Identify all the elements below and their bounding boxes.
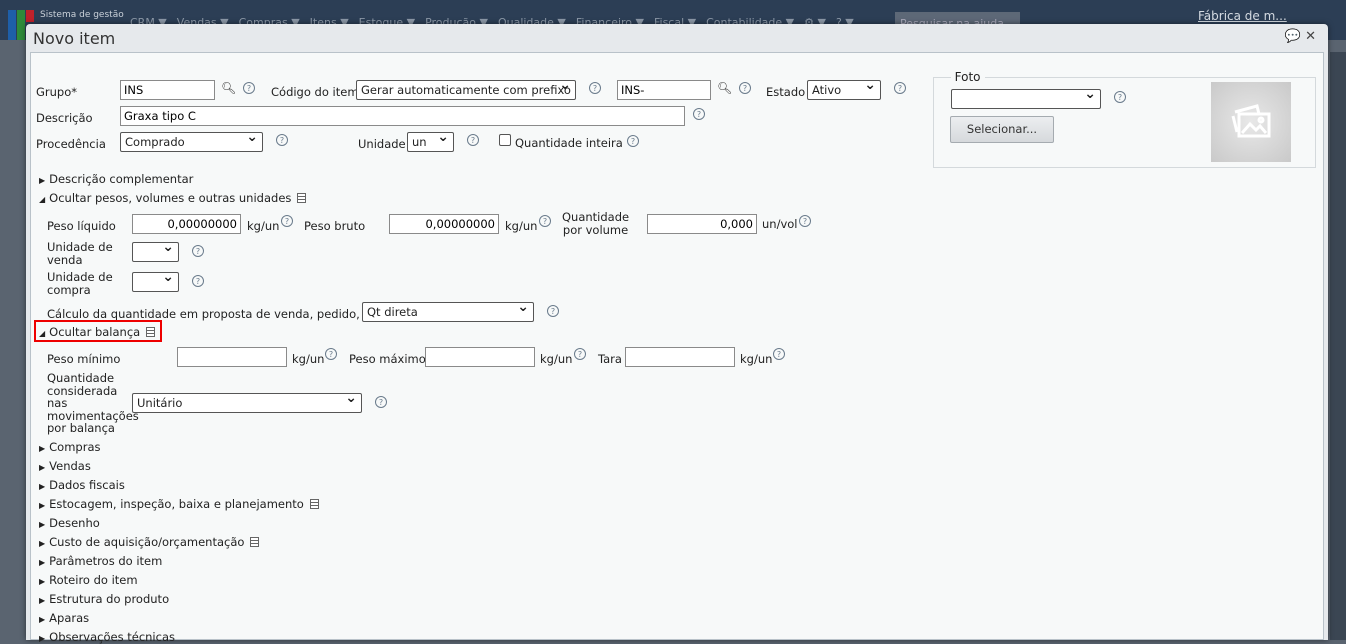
calculo-select[interactable]: Qt direta — [362, 302, 534, 322]
help-icon[interactable]: ? — [192, 245, 204, 257]
unidade-venda-label: Unidade de venda — [47, 240, 113, 267]
estado-select[interactable]: Ativo — [807, 80, 881, 100]
help-icon[interactable]: ? — [281, 215, 293, 227]
help-icon[interactable]: ? — [276, 134, 288, 146]
page-scrollbar[interactable] — [1330, 52, 1346, 640]
tara-input[interactable] — [625, 347, 735, 367]
unidade-venda-select[interactable] — [132, 242, 179, 262]
help-icon[interactable]: ? — [243, 82, 255, 94]
peso-minimo-unit: kg/un — [292, 352, 325, 366]
close-icon[interactable]: ✕ — [1305, 29, 1316, 44]
help-icon[interactable]: ? — [375, 396, 387, 408]
codigo-mode-select[interactable]: Gerar automaticamente com prefixo — [356, 80, 576, 100]
descricao-label: Descrição — [36, 111, 93, 125]
tara-label: Tara — [598, 352, 622, 366]
peso-minimo-label: Peso mínimo — [47, 352, 121, 366]
help-icon[interactable]: ? — [1114, 91, 1126, 103]
notes-icon[interactable] — [146, 327, 156, 337]
notes-icon[interactable] — [309, 499, 319, 509]
help-icon[interactable]: ? — [467, 134, 479, 146]
section-compras[interactable]: ▶ Compras — [39, 440, 101, 454]
help-icon[interactable]: ? — [325, 348, 337, 360]
unidade-label: Unidade — [358, 137, 406, 151]
procedencia-label: Procedência — [36, 137, 106, 151]
grupo-input[interactable] — [120, 80, 215, 100]
help-icon[interactable]: ? — [589, 82, 601, 94]
peso-liquido-label: Peso líquido — [47, 219, 116, 233]
peso-bruto-label: Peso bruto — [304, 219, 366, 233]
section-desenho[interactable]: ▶ Desenho — [39, 516, 100, 530]
qtd-balanca-select[interactable]: Unitário — [132, 393, 362, 413]
section-parametros[interactable]: ▶ Parâmetros do item — [39, 554, 162, 568]
help-icon[interactable]: ? — [773, 348, 785, 360]
peso-liquido-input[interactable] — [132, 214, 241, 234]
search-icon[interactable]: 🔍︎ — [221, 81, 236, 95]
section-balanca[interactable]: ◢ Ocultar balança — [39, 325, 156, 339]
foto-legend: Foto — [954, 70, 981, 84]
unidade-compra-select[interactable] — [132, 272, 179, 292]
peso-maximo-unit: kg/un — [540, 352, 573, 366]
qtd-volume-input[interactable] — [647, 214, 757, 234]
section-dados-fiscais[interactable]: ▶ Dados fiscais — [39, 478, 125, 492]
peso-minimo-input[interactable] — [177, 347, 287, 367]
help-icon[interactable]: ? — [739, 82, 751, 94]
section-descricao-complementar[interactable]: ▶ Descrição complementar — [39, 172, 193, 186]
foto-select[interactable] — [951, 89, 1101, 109]
section-roteiro[interactable]: ▶ Roteiro do item — [39, 573, 138, 587]
peso-maximo-input[interactable] — [425, 347, 535, 367]
notes-icon[interactable] — [297, 193, 307, 203]
peso-bruto-input[interactable] — [389, 214, 499, 234]
calculo-label: Cálculo da quantidade em proposta de ven… — [47, 307, 379, 321]
section-observacoes[interactable]: ▶ Observações técnicas — [39, 630, 175, 644]
codigo-label: Código do item — [271, 85, 359, 99]
quantidade-inteira-label: Quantidade inteira — [515, 136, 623, 150]
new-item-dialog: Novo item 💬 ✕ Grupo* 🔍︎ ? Código do item… — [26, 24, 1328, 644]
dialog-content: Grupo* 🔍︎ ? Código do item Gerar automat… — [30, 52, 1324, 644]
section-estrutura[interactable]: ▶ Estrutura do produto — [39, 592, 169, 606]
app-name: Sistema de gestão — [40, 10, 124, 20]
help-icon[interactable]: ? — [693, 108, 705, 120]
section-estocagem[interactable]: ▶ Estocagem, inspeção, baixa e planejamen… — [39, 497, 319, 511]
unidade-compra-label: Unidade de compra — [47, 270, 113, 297]
chat-icon[interactable]: 💬 — [1285, 29, 1301, 44]
help-icon[interactable]: ? — [192, 275, 204, 287]
tara-unit: kg/un — [740, 352, 773, 366]
estado-label: Estado — [766, 85, 806, 99]
descricao-input[interactable] — [120, 106, 685, 126]
dialog-title: Novo item — [33, 29, 116, 48]
quantidade-inteira-checkbox[interactable] — [499, 134, 511, 146]
notes-icon[interactable] — [250, 537, 260, 547]
section-aparas[interactable]: ▶ Aparas — [39, 611, 89, 625]
procedencia-select[interactable]: Comprado — [120, 132, 263, 152]
section-vendas[interactable]: ▶ Vendas — [39, 459, 91, 473]
help-icon[interactable]: ? — [539, 215, 551, 227]
peso-maximo-label: Peso máximo — [349, 352, 426, 366]
help-icon[interactable]: ? — [547, 305, 559, 317]
search-icon[interactable]: 🔍︎ — [717, 81, 732, 95]
peso-liquido-unit: kg/un — [247, 219, 280, 233]
help-icon[interactable]: ? — [799, 215, 811, 227]
photo-placeholder-image-icon — [1211, 82, 1291, 162]
help-icon[interactable]: ? — [627, 135, 639, 147]
help-icon[interactable]: ? — [894, 82, 906, 94]
section-custo[interactable]: ▶ Custo de aquisição/orçamentação — [39, 535, 260, 549]
qtd-balanca-label: Quantidade considerada nas movimentações por… — [47, 371, 139, 435]
unidade-select[interactable]: un — [407, 132, 454, 152]
codigo-prefix-input[interactable] — [617, 80, 711, 100]
qtd-volume-unit: un/vol — [762, 217, 798, 231]
section-pesos-volumes[interactable]: ◢ Ocultar pesos, volumes e outras unidade… — [39, 191, 307, 205]
company-link[interactable]: Fábrica de m... — [1198, 9, 1287, 23]
grupo-label: Grupo* — [36, 85, 78, 99]
qtd-volume-label: Quantidade por volume — [562, 210, 630, 237]
selecionar-button[interactable]: Selecionar... — [950, 116, 1054, 143]
help-icon[interactable]: ? — [574, 348, 586, 360]
peso-bruto-unit: kg/un — [505, 219, 538, 233]
